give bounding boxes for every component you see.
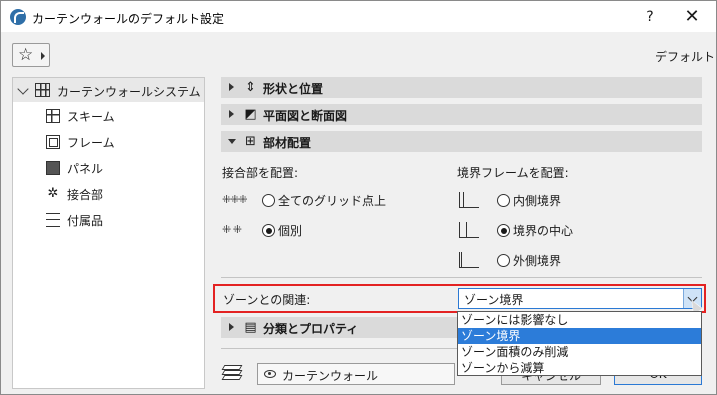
boundary-frame-label: 境界フレームを配置:	[457, 166, 569, 180]
radio-inner-boundary[interactable]	[497, 194, 510, 207]
caret-right-icon	[41, 52, 45, 60]
plan-section-icon: ◩	[244, 107, 257, 122]
section-title: 部材配置	[263, 136, 312, 150]
dropdown-option-selected[interactable]: ゾーン境界	[458, 328, 701, 344]
help-button[interactable]: ?	[637, 6, 663, 28]
radio-all-grid-points[interactable]	[262, 194, 275, 207]
title-bar: カーテンウォールのデフォルト設定 ? ✕	[1, 1, 716, 32]
boundary-option-center[interactable]: 境界の中心	[457, 220, 657, 240]
chevron-down-icon[interactable]	[17, 83, 29, 95]
panel-icon	[46, 161, 60, 175]
classification-icon: ▤	[244, 320, 257, 335]
radio-label: 外側境界	[513, 254, 562, 268]
boundary-option-outer[interactable]: 外側境界	[457, 250, 657, 270]
zone-relation-value: ゾーン境界	[464, 293, 524, 307]
scheme-icon	[46, 109, 60, 123]
zone-relation-select[interactable]: ゾーン境界	[458, 288, 702, 309]
chevron-right-icon	[229, 323, 234, 331]
section-member-placement[interactable]: ⊞ 部材配置	[221, 131, 702, 152]
tree-item-panel[interactable]: パネル	[13, 157, 204, 179]
dropdown-option[interactable]: ゾーンから減算	[458, 360, 701, 376]
window-title: カーテンウォールのデフォルト設定	[32, 12, 225, 26]
inner-boundary-icon	[457, 190, 485, 212]
tree-item-label: 接合部	[67, 188, 104, 202]
junction-option-all-grid-points[interactable]: ⁜⁜⁜ 全てのグリッド点上	[222, 190, 402, 210]
section-title: 平面図と断面図	[263, 109, 348, 123]
accessory-icon	[46, 213, 60, 227]
tree-item-label: パネル	[67, 162, 104, 176]
junction-icon: ✲	[47, 186, 59, 201]
radio-label: 内側境界	[513, 194, 562, 208]
curtain-wall-system-icon	[35, 83, 50, 97]
eye-icon	[264, 370, 276, 378]
radio-individual[interactable]	[262, 224, 275, 237]
all-grid-points-icon: ⁜⁜⁜	[222, 193, 248, 206]
section-shape-position[interactable]: ⇕ 形状と位置	[221, 77, 702, 98]
radio-outer-boundary[interactable]	[497, 254, 510, 267]
layer-icon	[221, 365, 243, 381]
default-label: デフォルト	[655, 50, 716, 64]
junction-option-individual[interactable]: ⁜ ⁜ 個別	[222, 220, 402, 240]
tree-item-label: スキーム	[67, 110, 115, 124]
section-title: 形状と位置	[263, 82, 324, 96]
shape-position-icon: ⇕	[245, 80, 256, 95]
tree-item-label: フレーム	[67, 136, 115, 150]
chevron-right-icon	[229, 110, 234, 118]
zone-relation-dropdown: ゾーンには影響なし ゾーン境界 ゾーン面積のみ削減 ゾーンから減算	[457, 311, 702, 376]
radio-boundary-center[interactable]	[497, 224, 510, 237]
chevron-right-icon	[229, 83, 234, 91]
zone-relation-row: ゾーンとの関連: ゾーン境界	[213, 284, 706, 313]
settings-tree: カーテンウォールシステム スキーム フレーム パネル ✲ 接合部 付属品	[12, 77, 205, 389]
tree-item-accessory[interactable]: 付属品	[13, 209, 204, 231]
boundary-option-inner[interactable]: 内側境界	[457, 190, 657, 210]
dropdown-option[interactable]: ゾーン面積のみ削減	[458, 344, 701, 360]
tree-item-junction[interactable]: ✲ 接合部	[13, 183, 204, 205]
dropdown-option[interactable]: ゾーンには影響なし	[458, 312, 701, 328]
section-plan-section[interactable]: ◩ 平面図と断面図	[221, 104, 702, 125]
individual-points-icon: ⁜ ⁜	[222, 223, 242, 236]
close-button[interactable]: ✕	[677, 6, 707, 28]
radio-label: 境界の中心	[513, 224, 574, 238]
star-icon: ☆	[18, 45, 34, 65]
chevron-down-icon	[228, 139, 236, 144]
divider	[221, 277, 702, 278]
tree-item-scheme[interactable]: スキーム	[13, 105, 204, 127]
tree-item-frame[interactable]: フレーム	[13, 131, 204, 153]
layer-select[interactable]: カーテンウォール	[257, 363, 455, 385]
member-placement-icon: ⊞	[245, 134, 256, 149]
favorites-button[interactable]: ☆	[12, 43, 50, 67]
junction-placement-label: 接合部を配置:	[222, 166, 299, 180]
zone-relation-label: ゾーンとの関連:	[223, 293, 311, 307]
radio-label: 全てのグリッド点上	[278, 194, 387, 208]
outer-boundary-icon	[457, 250, 485, 272]
tree-item-label: 付属品	[67, 214, 104, 228]
boundary-center-icon	[457, 220, 485, 242]
layer-value: カーテンウォール	[282, 369, 379, 383]
dialog-window: カーテンウォールのデフォルト設定 ? ✕ ☆ デフォルト カーテンウォールシステ…	[0, 0, 717, 395]
archicad-app-icon	[10, 9, 26, 25]
frame-icon	[46, 135, 60, 149]
tree-item-label: カーテンウォールシステム	[57, 85, 201, 99]
radio-label: 個別	[278, 224, 303, 238]
tree-item-curtain-wall-system[interactable]: カーテンウォールシステム	[13, 78, 204, 102]
section-title: 分類とプロパティ	[263, 322, 359, 336]
